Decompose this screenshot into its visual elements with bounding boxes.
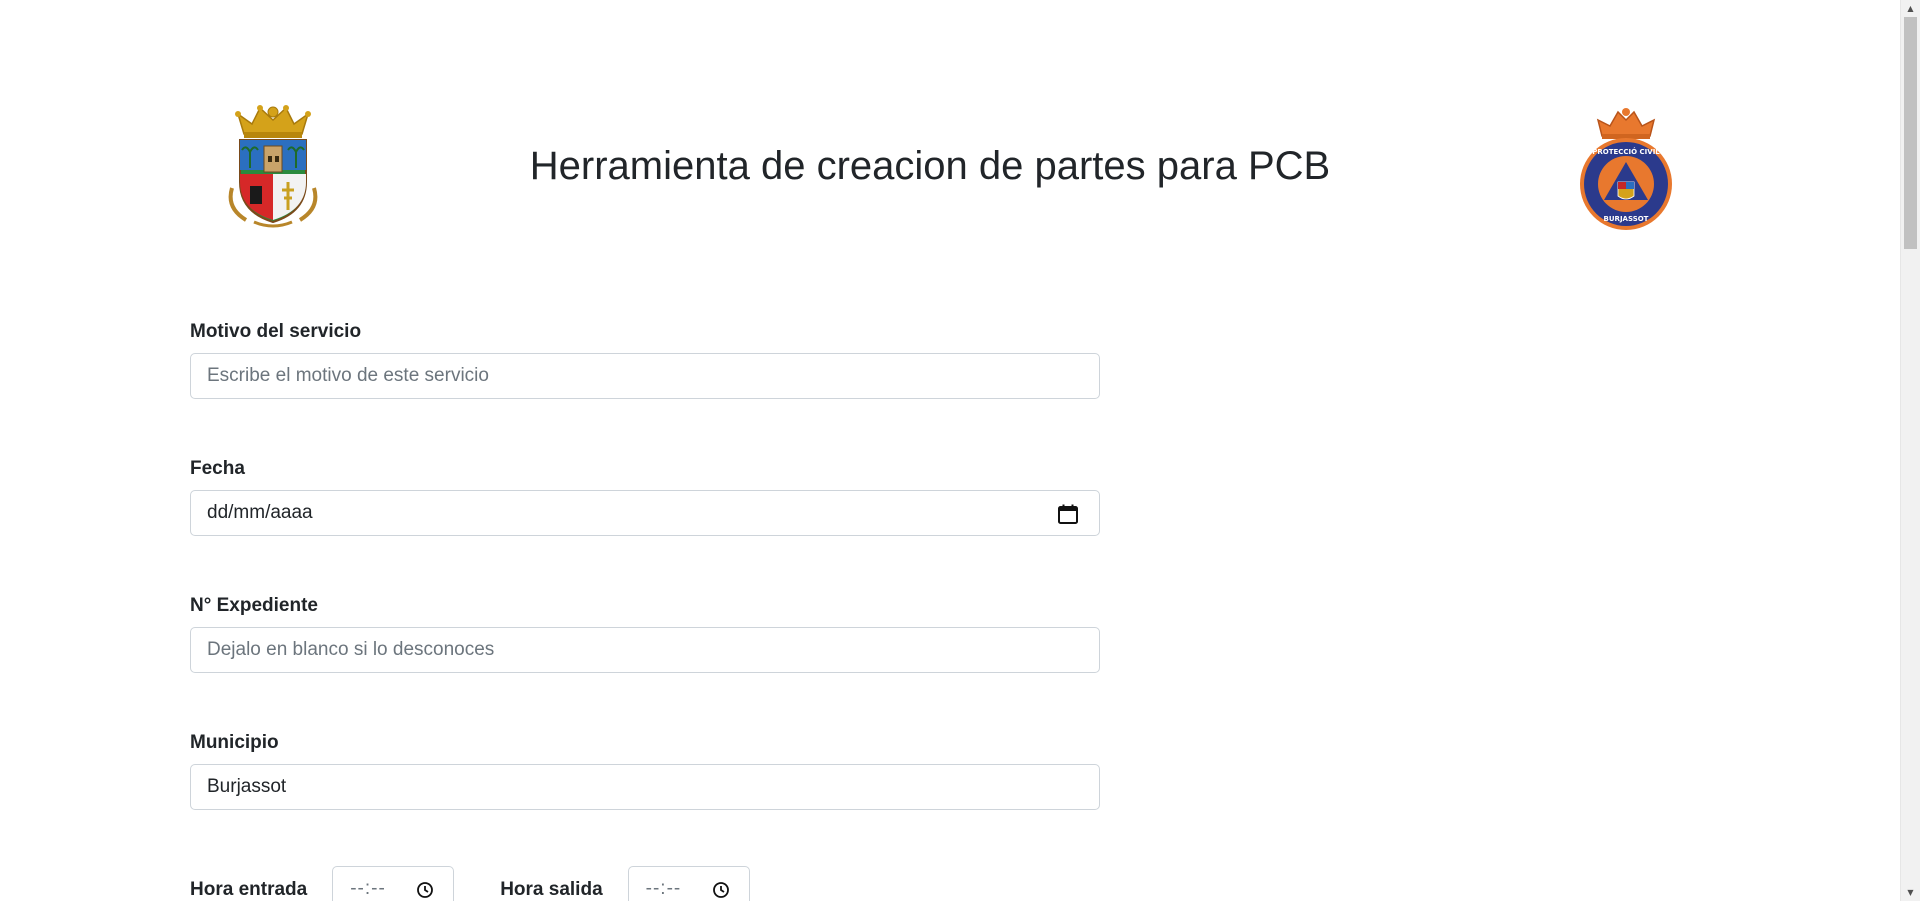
hora-entrada-input[interactable]: --:-- bbox=[332, 866, 455, 901]
fecha-date-display: dd/mm/aaaa bbox=[207, 502, 313, 523]
municipio-label: Municipio bbox=[190, 732, 279, 753]
motivo-input-box[interactable] bbox=[190, 353, 1100, 399]
municipio-field-group: Municipio bbox=[190, 731, 1102, 868]
scroll-down-arrow-icon[interactable]: ▼ bbox=[1901, 884, 1920, 901]
municipio-input-box[interactable] bbox=[190, 764, 1100, 810]
vertical-scrollbar[interactable]: ▲ ▼ bbox=[1900, 0, 1920, 901]
page-header: Herramienta de creacion de partes para P… bbox=[190, 104, 1672, 232]
expediente-label: N° Expediente bbox=[190, 595, 318, 616]
hora-entrada-display: --:-- bbox=[350, 878, 386, 899]
fecha-label: Fecha bbox=[190, 458, 245, 479]
hora-salida-label: Hora salida bbox=[500, 879, 603, 900]
fecha-field-group: Fecha dd/mm/aaaa bbox=[190, 457, 1102, 594]
hora-salida-display: --:-- bbox=[645, 878, 682, 899]
scroll-up-arrow-icon[interactable]: ▲ bbox=[1901, 0, 1920, 17]
fecha-date-input[interactable]: dd/mm/aaaa bbox=[190, 490, 1100, 536]
expediente-input-box[interactable] bbox=[190, 627, 1100, 673]
hours-row: Hora entrada --:-- Hora salida --:-- bbox=[190, 866, 1102, 901]
expediente-input[interactable] bbox=[191, 628, 1099, 672]
motivo-field-group: Motivo del servicio bbox=[190, 320, 1102, 457]
clock-icon[interactable] bbox=[712, 881, 730, 899]
expediente-field-group: N° Expediente bbox=[190, 594, 1102, 731]
hora-entrada-label: Hora entrada bbox=[190, 879, 308, 900]
page: Herramienta de creacion de partes para P… bbox=[0, 0, 1900, 901]
page-title: Herramienta de creacion de partes para P… bbox=[529, 144, 1331, 188]
proteccio-civil-burjassot-emblem-icon: PROTECCIÓ CIVIL BURJASSOT bbox=[1580, 108, 1672, 230]
service-report-form: Motivo del servicio Fecha dd/mm/aaaa N° … bbox=[190, 320, 1102, 868]
motivo-input[interactable] bbox=[191, 354, 1099, 398]
logo-text-top: PROTECCIÓ CIVIL bbox=[1592, 147, 1660, 156]
calendar-icon[interactable] bbox=[1057, 503, 1079, 525]
motivo-label: Motivo del servicio bbox=[190, 321, 362, 342]
scrollbar-thumb[interactable] bbox=[1904, 17, 1917, 249]
clock-icon[interactable] bbox=[416, 881, 434, 899]
municipio-input[interactable] bbox=[191, 765, 1099, 809]
hora-salida-input[interactable]: --:-- bbox=[627, 866, 750, 901]
logo-text-bottom: BURJASSOT bbox=[1604, 215, 1649, 223]
